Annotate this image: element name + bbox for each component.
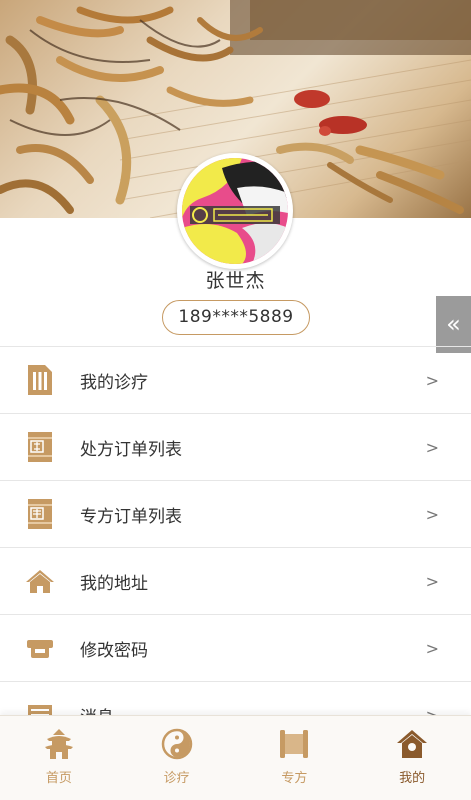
tab-label: 诊疗 xyxy=(163,771,190,786)
side-collapse-button[interactable]: « xyxy=(436,296,471,353)
special-formula-order-icon xyxy=(25,498,55,530)
tab-diagnosis[interactable]: 诊疗 xyxy=(118,716,236,800)
chevron-right-icon: > xyxy=(425,504,439,524)
tab-label: 专方 xyxy=(281,771,308,786)
chevron-right-icon: > xyxy=(425,638,439,658)
chevron-right-icon: > xyxy=(425,571,439,591)
menu-item-my-address[interactable]: 我的地址 > xyxy=(0,547,471,614)
menu-item-label: 处方订单列表 xyxy=(80,439,182,460)
profile-menu: 我的诊疗 > 处方订单列表 > 专方订单列表 > 我的地址 > 修改密码 > xyxy=(0,346,471,748)
user-name: 张世杰 xyxy=(205,270,266,292)
avatar-image xyxy=(182,158,288,264)
menu-item-label: 我的地址 xyxy=(80,573,148,594)
tab-label: 首页 xyxy=(45,771,72,786)
pagoda-home-icon xyxy=(43,728,75,760)
scroll-icon xyxy=(278,728,310,760)
menu-item-prescription-orders[interactable]: 处方订单列表 > xyxy=(0,413,471,480)
bottom-tab-bar: 首页 诊疗 专方 我的 xyxy=(0,715,471,800)
menu-item-special-formula-orders[interactable]: 专方订单列表 > xyxy=(0,480,471,547)
chevron-right-icon: > xyxy=(425,370,439,390)
tab-home[interactable]: 首页 xyxy=(0,716,118,800)
yin-yang-icon xyxy=(161,728,193,760)
menu-item-my-treatment[interactable]: 我的诊疗 > xyxy=(0,346,471,413)
menu-item-change-password[interactable]: 修改密码 > xyxy=(0,614,471,681)
chevron-right-icon: > xyxy=(425,437,439,457)
menu-item-label: 修改密码 xyxy=(80,640,148,661)
tab-special-formula[interactable]: 专方 xyxy=(236,716,354,800)
list-document-icon xyxy=(25,364,55,396)
tab-label: 我的 xyxy=(399,771,426,786)
avatar[interactable] xyxy=(177,153,293,269)
menu-item-label: 我的诊疗 xyxy=(80,372,148,393)
prescription-order-icon xyxy=(25,431,55,463)
tab-mine[interactable]: 我的 xyxy=(353,716,471,800)
user-phone: 189****5889 xyxy=(162,300,310,335)
house-profile-icon xyxy=(396,728,428,760)
menu-item-label: 专方订单列表 xyxy=(80,506,182,527)
home-address-icon xyxy=(25,565,55,597)
lock-password-icon xyxy=(25,632,55,664)
